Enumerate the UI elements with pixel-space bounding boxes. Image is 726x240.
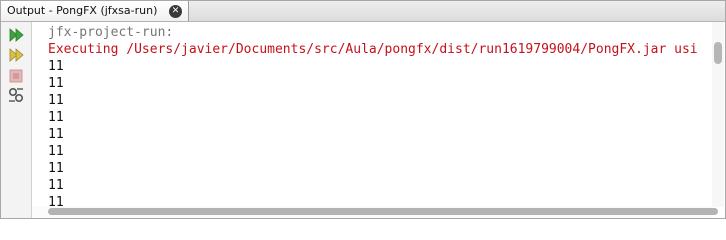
close-icon[interactable]: ✕ — [169, 5, 182, 18]
console-line: 11 — [48, 178, 64, 193]
horizontal-scroll-thumb[interactable] — [48, 208, 718, 215]
vertical-scrollbar[interactable] — [712, 22, 724, 207]
settings-icon[interactable] — [7, 86, 25, 104]
console-line: 11 — [48, 144, 64, 159]
rerun-with-params-icon[interactable] — [7, 46, 25, 64]
vertical-scroll-thumb[interactable] — [714, 42, 722, 64]
output-window: Output - PongFX (jfxsa-run) ✕ jfx-projec… — [0, 0, 726, 219]
tab-output[interactable]: Output - PongFX (jfxsa-run) ✕ — [1, 1, 189, 21]
console-line[interactable]: Executing /Users/javier/Documents/src/Au… — [48, 41, 698, 58]
output-toolbar — [1, 22, 32, 218]
console-line: jfx-project-run: — [48, 25, 174, 40]
console-line: 11 — [48, 110, 64, 125]
console-line: 11 — [48, 93, 64, 108]
rerun-icon[interactable] — [7, 26, 25, 44]
horizontal-scrollbar[interactable] — [32, 206, 718, 218]
console-line: 11 — [48, 76, 64, 91]
console-line: 11 — [48, 161, 64, 176]
tab-bar: Output - PongFX (jfxsa-run) ✕ — [1, 1, 725, 22]
output-console[interactable]: jfx-project-run: Executing /Users/javier… — [32, 22, 725, 207]
console-line: 11 — [48, 59, 64, 74]
console-line: 11 — [48, 127, 64, 142]
tab-title: Output - PongFX (jfxsa-run) — [7, 4, 158, 17]
stop-icon[interactable] — [7, 67, 25, 85]
